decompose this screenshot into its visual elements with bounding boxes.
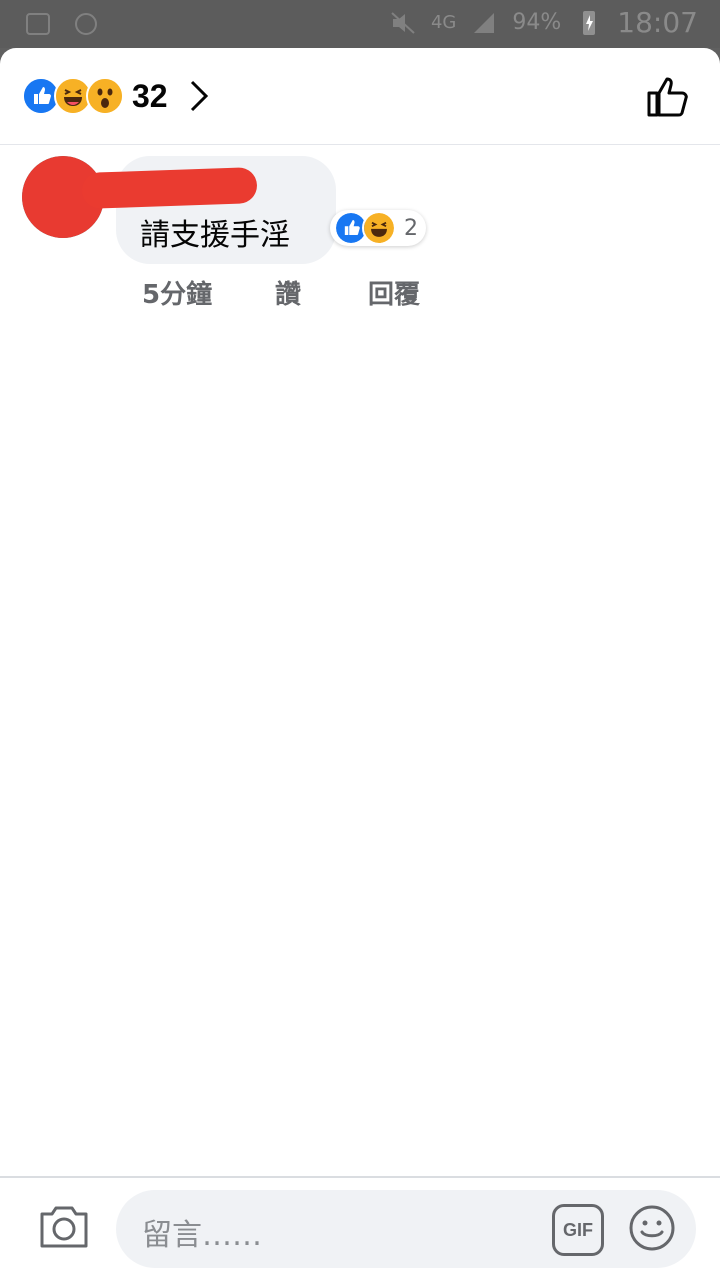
- comment-composer: 留言…… GIF: [0, 1176, 720, 1280]
- status-bar: 4G 94% 18:07: [0, 0, 720, 48]
- messenger-notification-icon: [75, 13, 97, 35]
- emoji-icon[interactable]: [628, 1204, 676, 1252]
- like-outline-icon[interactable]: [646, 74, 690, 118]
- comment-text: 請支援手淫: [140, 218, 290, 253]
- comment-input[interactable]: 留言…… GIF: [116, 1190, 696, 1268]
- signal-icon: [474, 12, 495, 33]
- like-button[interactable]: 讚: [252, 274, 324, 311]
- comment-actions: 5分鐘 讚 回覆: [142, 274, 420, 311]
- battery-percent: 94%: [512, 10, 562, 35]
- comment-reactions[interactable]: 2: [330, 210, 426, 246]
- comments-sheet: 32 請支援手淫 2 5分鐘 讚 回覆 留言…… GIF: [0, 48, 720, 1280]
- chevron-right-icon: [190, 80, 208, 112]
- mute-icon: [391, 11, 415, 34]
- author-name-redaction: [81, 166, 258, 210]
- sheet-header: 32: [0, 48, 720, 145]
- comment-input-placeholder: 留言……: [142, 1218, 262, 1253]
- comment-reaction-count: 2: [404, 215, 418, 241]
- wow-icon: [86, 77, 124, 115]
- camera-icon[interactable]: [38, 1202, 90, 1250]
- network-type: 4G: [430, 12, 457, 33]
- battery-charging-icon: [583, 10, 596, 35]
- reply-button[interactable]: 回覆: [368, 274, 420, 311]
- comment-time: 5分鐘: [142, 280, 213, 310]
- haha-icon: [362, 211, 396, 245]
- clock: 18:07: [617, 6, 698, 39]
- gif-button[interactable]: GIF: [552, 1204, 604, 1256]
- reaction-count: 32: [132, 77, 168, 114]
- gallery-notification-icon: [26, 13, 50, 35]
- reaction-summary-button[interactable]: 32: [22, 77, 210, 115]
